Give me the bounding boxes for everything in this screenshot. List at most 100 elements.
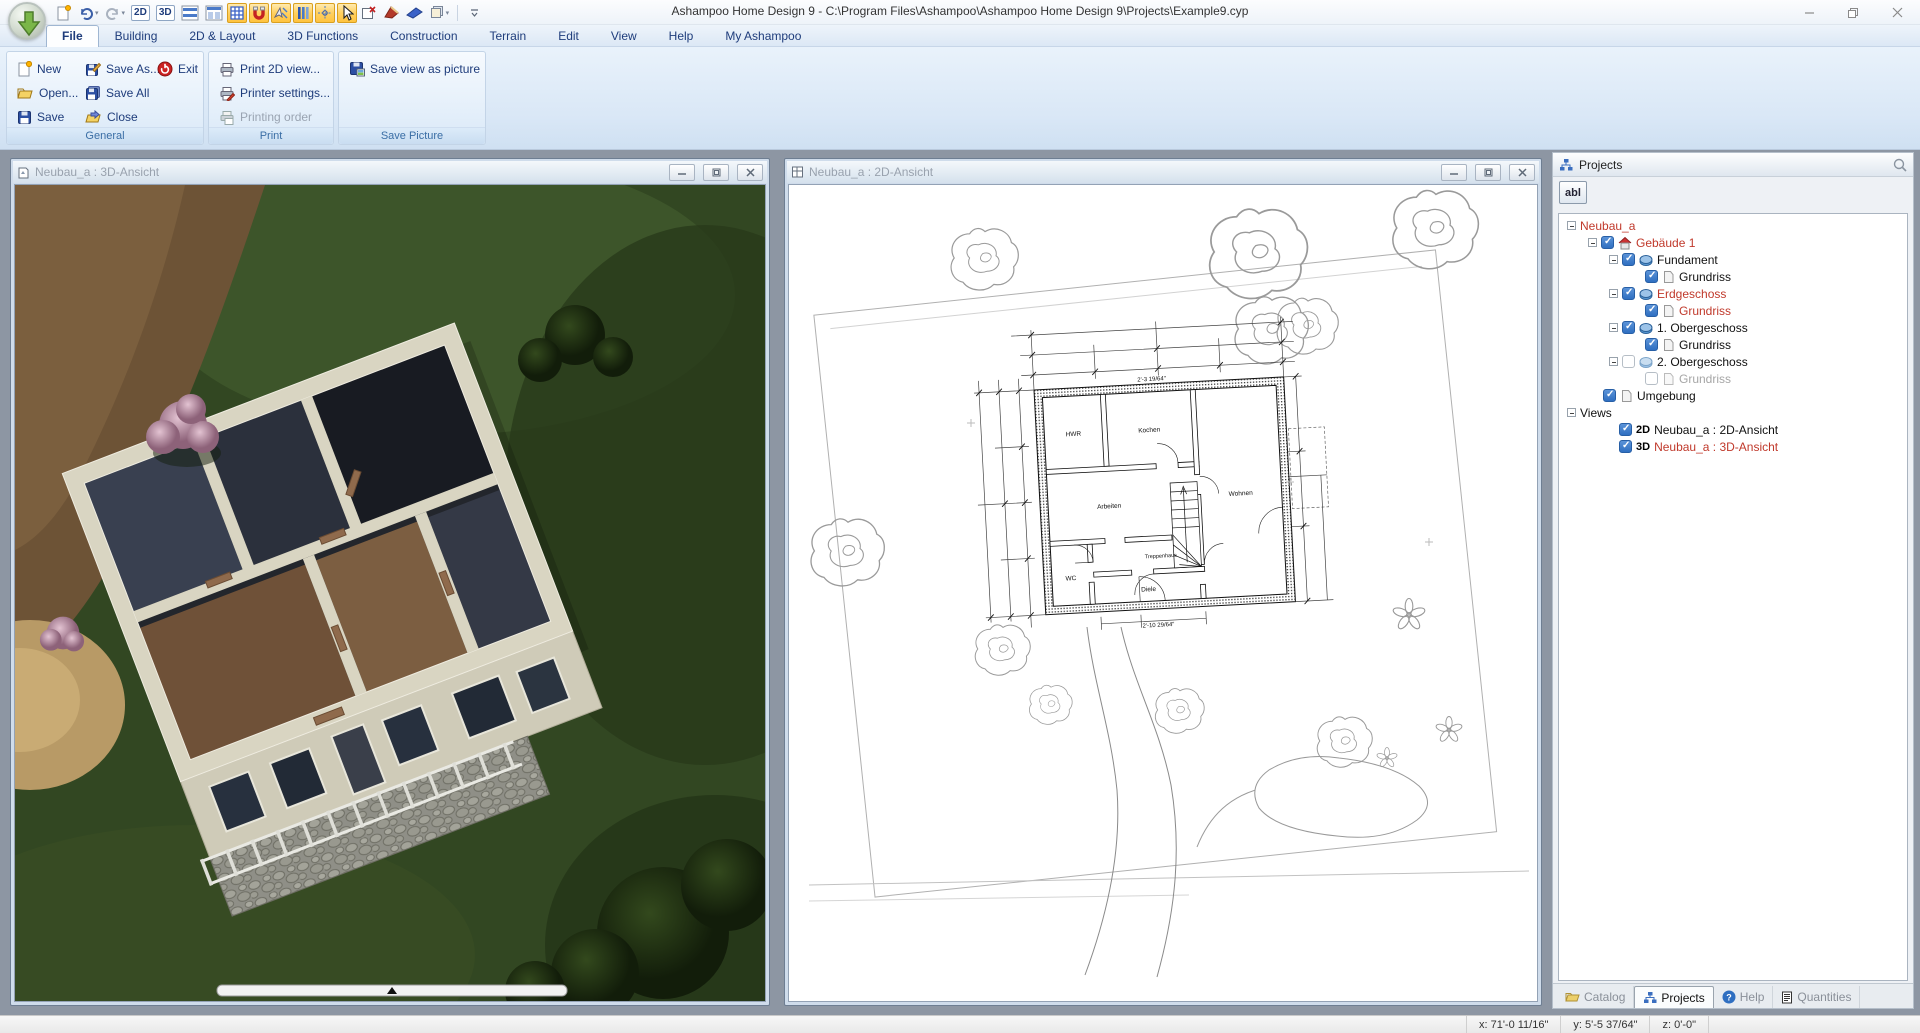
select-cursor-icon[interactable] bbox=[337, 3, 357, 23]
tab-view[interactable]: View bbox=[595, 25, 653, 47]
3d-viewport[interactable] bbox=[14, 184, 766, 1002]
save-as-button[interactable]: Save As... bbox=[81, 58, 164, 80]
tab-my-ashampoo[interactable]: My Ashampoo bbox=[709, 25, 817, 47]
tab-file[interactable]: File bbox=[46, 25, 99, 47]
save-button[interactable]: Save bbox=[13, 106, 68, 128]
tab-2d-layout[interactable]: 2D & Layout bbox=[173, 25, 271, 47]
window-3d-restore-button[interactable] bbox=[703, 164, 729, 181]
collapse-icon[interactable] bbox=[1567, 221, 1576, 230]
save-all-button[interactable]: Save All bbox=[81, 82, 153, 104]
2d-viewport[interactable]: HWR Kochen Arbeiten Wohnen WC Treppenhau… bbox=[788, 184, 1538, 1002]
printing-order-button[interactable]: Printing order bbox=[215, 106, 316, 128]
select-guides-icon[interactable] bbox=[271, 3, 291, 23]
layers-icon[interactable]: ▾ bbox=[427, 3, 452, 23]
visibility-checkbox[interactable] bbox=[1622, 253, 1635, 266]
search-icon[interactable] bbox=[1893, 158, 1907, 172]
window-3d-titlebar[interactable]: Neubau_a : 3D-Ansicht bbox=[13, 161, 767, 183]
tab-quantities[interactable]: Quantities bbox=[1773, 986, 1860, 1008]
visibility-checkbox[interactable] bbox=[1622, 355, 1635, 368]
tree-item-view-2d[interactable]: 2D Neubau_a : 2D-Ansicht bbox=[1559, 421, 1907, 438]
visibility-checkbox[interactable] bbox=[1645, 372, 1658, 385]
visibility-checkbox[interactable] bbox=[1645, 338, 1658, 351]
visibility-checkbox[interactable] bbox=[1619, 423, 1632, 436]
window-3d-view[interactable]: Neubau_a : 3D-Ansicht bbox=[10, 158, 770, 1006]
visibility-checkbox[interactable] bbox=[1603, 389, 1616, 402]
tab-help[interactable]: Help bbox=[653, 25, 710, 47]
tab-help[interactable]: ? Help bbox=[1714, 986, 1774, 1008]
tree-item-fundament[interactable]: Fundament bbox=[1559, 251, 1907, 268]
save-view-as-picture-button[interactable]: Save view as picture bbox=[345, 58, 484, 80]
tree-item-grundriss-og2[interactable]: Grundriss bbox=[1559, 370, 1907, 387]
tree-item-gebaeude1[interactable]: Gebäude 1 bbox=[1559, 234, 1907, 251]
window-2d-view[interactable]: Neubau_a : 2D-Ansicht bbox=[784, 158, 1542, 1006]
grid-toggle-icon[interactable] bbox=[227, 3, 247, 23]
tab-catalog[interactable]: Catalog bbox=[1557, 986, 1634, 1008]
collapse-icon[interactable] bbox=[1588, 238, 1597, 247]
rename-abl-button[interactable]: abl bbox=[1559, 181, 1587, 204]
tree-item-view-3d[interactable]: 3D Neubau_a : 3D-Ansicht bbox=[1559, 438, 1907, 455]
walkthrough-slider[interactable] bbox=[217, 985, 567, 996]
collapse-icon[interactable] bbox=[1609, 289, 1618, 298]
split-horizontal-icon[interactable] bbox=[179, 3, 201, 23]
window-2d-close-button[interactable] bbox=[1509, 164, 1535, 181]
view-2d-button[interactable]: 2D bbox=[129, 3, 152, 23]
roof-blue-icon[interactable] bbox=[404, 3, 425, 23]
printer-settings-button[interactable]: Printer settings... bbox=[215, 82, 334, 104]
tab-construction[interactable]: Construction bbox=[374, 25, 473, 47]
tab-projects[interactable]: Projects bbox=[1634, 986, 1713, 1008]
roof-red-icon[interactable] bbox=[381, 3, 402, 23]
tab-edit[interactable]: Edit bbox=[542, 25, 595, 47]
snap-crosshair-icon[interactable] bbox=[315, 3, 335, 23]
collapse-icon[interactable] bbox=[1567, 408, 1576, 417]
undo-icon[interactable]: ▾ bbox=[76, 3, 101, 23]
window-2d-titlebar[interactable]: Neubau_a : 2D-Ansicht bbox=[787, 161, 1539, 183]
tree-item-obergeschoss1[interactable]: 1. Obergeschoss bbox=[1559, 319, 1907, 336]
redo-icon[interactable]: ▾ bbox=[103, 3, 128, 23]
floor-plan-canvas[interactable]: HWR Kochen Arbeiten Wohnen WC Treppenhau… bbox=[789, 185, 1538, 1002]
visibility-checkbox[interactable] bbox=[1622, 287, 1635, 300]
tree-item-erdgeschoss[interactable]: Erdgeschoss bbox=[1559, 285, 1907, 302]
tree-item-grundriss-og1[interactable]: Grundriss bbox=[1559, 336, 1907, 353]
tab-terrain[interactable]: Terrain bbox=[474, 25, 543, 47]
visibility-checkbox[interactable] bbox=[1622, 321, 1635, 334]
new-document-icon[interactable] bbox=[54, 3, 74, 23]
save-as-icon bbox=[85, 61, 101, 77]
visibility-checkbox[interactable] bbox=[1645, 304, 1658, 317]
collapse-icon[interactable] bbox=[1609, 357, 1618, 366]
open-button[interactable]: Open... bbox=[13, 82, 82, 104]
snap-magnet-icon[interactable] bbox=[249, 3, 269, 23]
visibility-checkbox[interactable] bbox=[1619, 440, 1632, 453]
window-2d-restore-button[interactable] bbox=[1475, 164, 1501, 181]
tree-item-grundriss-erdgeschoss[interactable]: Grundriss bbox=[1559, 302, 1907, 319]
window-3d-minimize-button[interactable] bbox=[669, 164, 695, 181]
window-2d-minimize-button[interactable] bbox=[1441, 164, 1467, 181]
restore-button[interactable] bbox=[1838, 3, 1868, 23]
exit-button[interactable]: Exit bbox=[153, 58, 202, 80]
view-3d-button[interactable]: 3D bbox=[154, 3, 177, 23]
split-vertical-icon[interactable] bbox=[203, 3, 225, 23]
parallel-guides-icon[interactable] bbox=[293, 3, 313, 23]
minimize-button[interactable] bbox=[1794, 3, 1824, 23]
close-button[interactable] bbox=[1882, 3, 1912, 23]
collapse-icon[interactable] bbox=[1609, 255, 1618, 264]
projects-panel-header[interactable]: Projects bbox=[1553, 153, 1913, 177]
tree-item-grundriss-fundament[interactable]: Grundriss bbox=[1559, 268, 1907, 285]
tab-building[interactable]: Building bbox=[99, 25, 174, 47]
new-button[interactable]: New bbox=[13, 58, 65, 80]
toolbar-options-icon[interactable] bbox=[464, 3, 484, 23]
window-3d-close-button[interactable] bbox=[737, 164, 763, 181]
collapse-icon[interactable] bbox=[1609, 323, 1618, 332]
tree-item-obergeschoss2[interactable]: 2. Obergeschoss bbox=[1559, 353, 1907, 370]
page-icon bbox=[1662, 372, 1675, 386]
tree-item-neubau[interactable]: Neubau_a bbox=[1559, 217, 1907, 234]
tab-3d-functions[interactable]: 3D Functions bbox=[271, 25, 374, 47]
print-2d-view-button[interactable]: Print 2D view... bbox=[215, 58, 324, 80]
tree-item-umgebung[interactable]: Umgebung bbox=[1559, 387, 1907, 404]
close-button-ribbon[interactable]: Close bbox=[81, 106, 142, 128]
visibility-checkbox[interactable] bbox=[1601, 236, 1614, 249]
app-logo-button[interactable] bbox=[8, 2, 46, 40]
transparent-window-icon[interactable] bbox=[359, 3, 379, 23]
visibility-checkbox[interactable] bbox=[1645, 270, 1658, 283]
tree-item-views[interactable]: Views bbox=[1559, 404, 1907, 421]
3d-scene-canvas[interactable] bbox=[15, 185, 766, 1002]
